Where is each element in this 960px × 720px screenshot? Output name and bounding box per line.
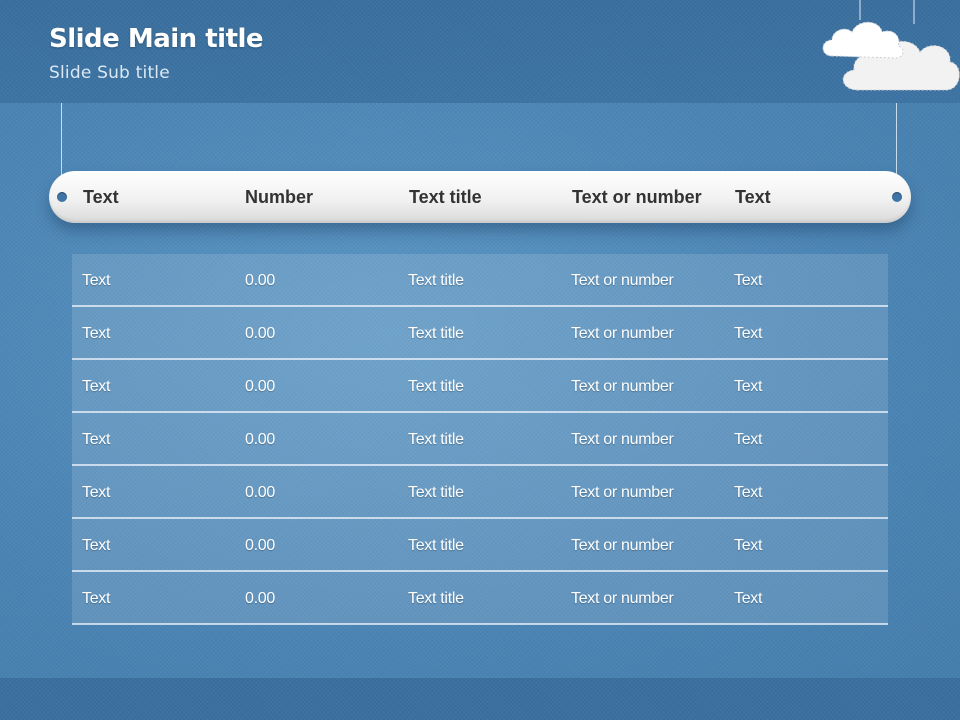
table-cell[interactable]: Text <box>82 590 110 608</box>
table-cell[interactable]: Text <box>734 484 762 502</box>
table-cell[interactable]: Text or number <box>571 325 674 343</box>
table-cell[interactable]: 0.00 <box>245 378 275 396</box>
table-cell[interactable]: Text <box>734 378 762 396</box>
table-row: Text 0.00 Text title Text or number Text <box>72 413 888 466</box>
column-header[interactable]: Text <box>735 187 771 208</box>
table-cell[interactable]: Text or number <box>571 484 674 502</box>
table-cell[interactable]: Text <box>82 431 110 449</box>
table-cell[interactable]: Text <box>734 537 762 555</box>
pin-left <box>57 192 67 202</box>
table-row: Text 0.00 Text title Text or number Text <box>72 519 888 572</box>
table-cell[interactable]: 0.00 <box>245 484 275 502</box>
table-cell[interactable]: Text <box>82 484 110 502</box>
column-header[interactable]: Text <box>83 187 119 208</box>
table-body: Text 0.00 Text title Text or number Text… <box>72 254 888 625</box>
table-cell[interactable]: Text title <box>408 590 464 608</box>
table-cell[interactable]: Text <box>734 272 762 290</box>
pin-right <box>892 192 902 202</box>
table-cell[interactable]: Text <box>82 537 110 555</box>
table-cell[interactable]: 0.00 <box>245 590 275 608</box>
table-cell[interactable]: Text <box>734 325 762 343</box>
slide-subtitle[interactable]: Slide Sub title <box>49 63 170 83</box>
table-cell[interactable]: Text or number <box>571 272 674 290</box>
column-header[interactable]: Text or number <box>572 187 702 208</box>
clouds-decoration <box>818 0 960 95</box>
table-row: Text 0.00 Text title Text or number Text <box>72 360 888 413</box>
table-cell[interactable]: Text title <box>408 378 464 396</box>
table-cell[interactable]: Text title <box>408 484 464 502</box>
table-cell[interactable]: Text or number <box>571 537 674 555</box>
table-cell[interactable]: Text title <box>408 325 464 343</box>
table-cell[interactable]: 0.00 <box>245 537 275 555</box>
footer-band <box>0 678 960 720</box>
table-row: Text 0.00 Text title Text or number Text <box>72 572 888 625</box>
table-cell[interactable]: Text <box>82 325 110 343</box>
table-cell[interactable]: Text title <box>408 431 464 449</box>
table-row: Text 0.00 Text title Text or number Text <box>72 466 888 519</box>
table-row: Text 0.00 Text title Text or number Text <box>72 254 888 307</box>
table-cell[interactable]: Text <box>734 431 762 449</box>
table-cell[interactable]: Text title <box>408 272 464 290</box>
table-cell[interactable]: 0.00 <box>245 272 275 290</box>
cloud-icon <box>822 21 904 59</box>
table-cell[interactable]: Text title <box>408 537 464 555</box>
table-header-bar: Text Number Text title Text or number Te… <box>49 171 911 223</box>
table-cell[interactable]: Text or number <box>571 590 674 608</box>
table-cell[interactable]: 0.00 <box>245 325 275 343</box>
table-cell[interactable]: Text or number <box>571 431 674 449</box>
table-cell[interactable]: Text <box>82 272 110 290</box>
slide-title[interactable]: Slide Main title <box>49 24 264 54</box>
column-header[interactable]: Text title <box>409 187 482 208</box>
table-cell[interactable]: 0.00 <box>245 431 275 449</box>
table-cell[interactable]: Text <box>82 378 110 396</box>
table-cell[interactable]: Text <box>734 590 762 608</box>
table-row: Text 0.00 Text title Text or number Text <box>72 307 888 360</box>
column-header[interactable]: Number <box>245 187 313 208</box>
table-cell[interactable]: Text or number <box>571 378 674 396</box>
